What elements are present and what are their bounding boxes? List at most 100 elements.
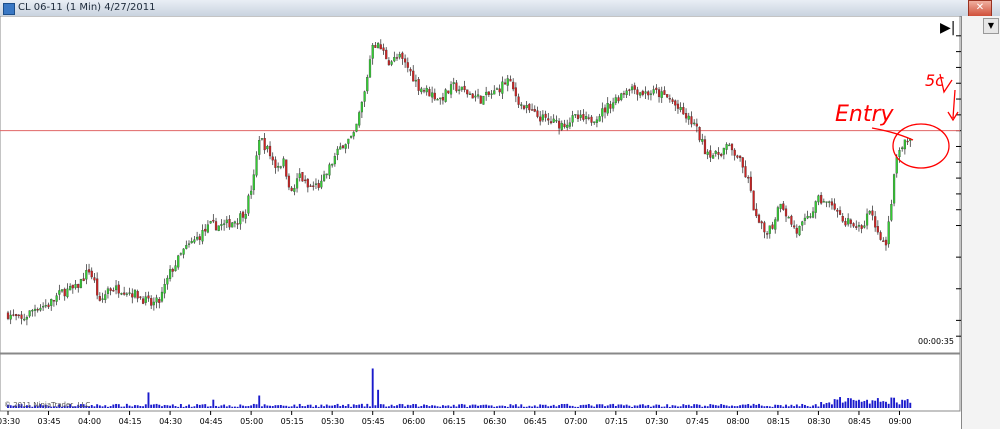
candle-body — [223, 223, 226, 225]
volume-bar — [209, 406, 212, 408]
volume-bar — [136, 405, 139, 408]
candle-body — [193, 239, 196, 243]
volume-bar — [579, 405, 582, 408]
volume-bar — [398, 403, 401, 408]
volume-bar — [363, 406, 366, 408]
candle-body — [776, 207, 780, 221]
candle-body — [206, 224, 210, 233]
candle-body — [298, 173, 301, 178]
candle-body — [114, 285, 118, 291]
candle-body — [96, 278, 99, 296]
volume-bar — [355, 405, 358, 408]
candle-body — [128, 292, 131, 294]
candle-body — [536, 110, 539, 117]
close-button[interactable]: ✕ — [968, 0, 992, 17]
volume-bar — [641, 404, 644, 408]
volume-bar — [409, 405, 412, 408]
candle-body — [455, 82, 458, 92]
volume-bar — [325, 404, 328, 408]
candle-body — [585, 116, 588, 120]
candle-body — [811, 211, 815, 218]
volume-bar — [817, 406, 820, 408]
candle-body — [641, 90, 644, 95]
candle-body — [163, 284, 166, 294]
candle-body — [520, 104, 523, 106]
candle-body — [876, 226, 879, 233]
volume-bar — [198, 404, 201, 408]
volume-bar — [506, 406, 509, 408]
volume-bar — [752, 403, 755, 408]
candle-body — [503, 82, 507, 85]
candle-body — [366, 77, 369, 92]
candle-body — [501, 81, 504, 94]
candle-body — [666, 94, 669, 98]
volume-bar — [525, 406, 528, 408]
candle-body — [676, 103, 680, 109]
candle-body — [784, 208, 788, 217]
candle-body — [779, 203, 782, 209]
candle-body — [422, 90, 426, 92]
volume-bar — [447, 405, 450, 408]
volume-bar — [358, 404, 361, 408]
candle-body — [449, 84, 453, 95]
x-tick-label: 04:30 — [159, 417, 182, 426]
volume-bar — [125, 403, 128, 408]
candle-body — [528, 103, 531, 111]
volume-bar — [728, 406, 731, 408]
candle-body — [44, 305, 47, 307]
volume-bar — [701, 406, 704, 408]
volume-bar — [333, 405, 336, 408]
volume-bar — [98, 405, 101, 408]
volume-bar — [874, 400, 877, 408]
candle-body — [906, 140, 909, 143]
candle-body — [566, 124, 569, 128]
candle-body — [558, 120, 561, 129]
candle-body — [123, 292, 126, 295]
go-to-end-button[interactable]: ▶| — [940, 20, 955, 36]
volume-bar — [776, 404, 779, 408]
candle-body — [69, 286, 72, 291]
volume-bar — [396, 405, 398, 408]
volume-bar — [158, 404, 161, 408]
volume-bar — [490, 405, 493, 408]
candle-body — [6, 312, 10, 319]
candle-body — [333, 156, 336, 165]
candle-body — [582, 114, 585, 120]
candle-body — [614, 97, 617, 104]
volume-bar — [498, 405, 501, 408]
candle-body — [722, 147, 725, 155]
candle-body — [647, 91, 650, 96]
candle-body — [517, 96, 520, 105]
candle-body — [506, 78, 509, 86]
candle-body — [822, 201, 825, 203]
candle-body — [233, 221, 237, 224]
volume-bar — [247, 406, 250, 408]
candle-body — [830, 201, 834, 206]
volume-bar — [625, 404, 628, 408]
volume-bar — [620, 404, 623, 408]
candle-body — [603, 107, 607, 113]
candle-body — [884, 239, 888, 246]
volume-bar — [714, 405, 717, 408]
price-chart: 111.85111.90112.00112.10112.20112.25112.… — [0, 16, 961, 426]
volume-bar — [423, 404, 425, 408]
volume-bar — [455, 406, 458, 408]
volume-bar — [517, 406, 520, 408]
candle-body — [725, 144, 728, 150]
volume-bar — [482, 404, 485, 408]
candle-body — [576, 114, 580, 120]
volume-bar — [401, 404, 404, 408]
volume-bar — [204, 404, 207, 408]
candle-body — [263, 138, 266, 151]
volume-bar — [795, 404, 798, 408]
candle-body — [336, 148, 339, 156]
chevron-down-icon[interactable]: ▼ — [983, 18, 999, 34]
candle-body — [841, 216, 844, 222]
volume-bar — [644, 405, 647, 408]
x-tick-label: 03:45 — [38, 417, 61, 426]
candle-body — [655, 87, 658, 90]
candle-body — [179, 253, 182, 255]
candle-body — [428, 89, 431, 97]
volume-bar — [452, 404, 455, 408]
volume-bar — [893, 397, 896, 408]
